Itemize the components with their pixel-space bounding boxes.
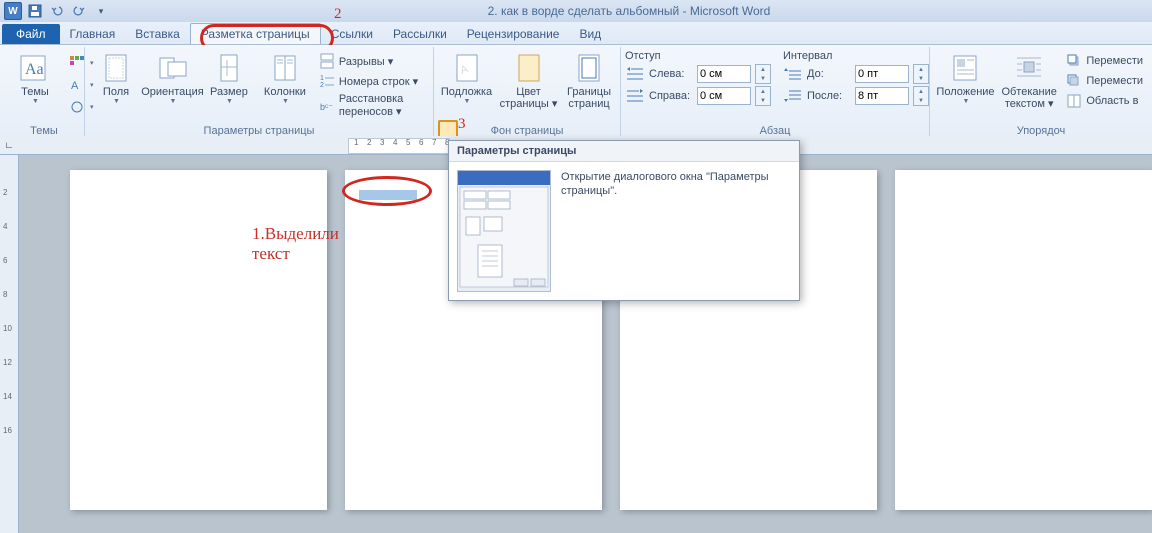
tooltip-title: Параметры страницы	[449, 141, 799, 162]
qat-customize-icon[interactable]: ▾	[92, 2, 110, 20]
columns-button[interactable]: Колонки▼	[258, 49, 312, 123]
margins-button[interactable]: Поля▼	[89, 49, 143, 123]
redo-icon[interactable]	[70, 2, 88, 20]
tab-file[interactable]: Файл	[2, 24, 60, 44]
orientation-button[interactable]: Ориентация▼	[145, 49, 200, 123]
tab-page-layout[interactable]: Разметка страницы	[190, 23, 321, 44]
page-color-button[interactable]: Цвет страницы ▾	[497, 49, 560, 123]
annotation-number-2: 2	[334, 6, 342, 23]
indent-left-field[interactable]: Слева: ▲▼	[625, 63, 771, 85]
spinner-icon[interactable]: ▲▼	[913, 86, 929, 106]
group-page-setup: Поля▼ Ориентация▼ Размер▼ Колонки▼ Разры…	[85, 47, 434, 139]
breaks-button[interactable]: Разрывы ▾	[314, 51, 429, 71]
line-numbers-button[interactable]: 12Номера строк ▾	[314, 71, 429, 91]
tooltip-preview-icon	[457, 170, 551, 292]
svg-text:A: A	[71, 80, 79, 92]
vertical-ruler: ∟ 2468 10121416	[0, 136, 19, 533]
spacing-before-input[interactable]	[855, 65, 909, 83]
tab-view[interactable]: Вид	[569, 24, 611, 44]
page-4[interactable]	[895, 170, 1152, 510]
ribbon: Aa Темы ▼ ▾ A▾ ▾ Темы Поля▼ Ориентация▼	[0, 45, 1152, 140]
spacing-header: Интервал	[783, 49, 929, 63]
group-themes: Aa Темы ▼ ▾ A▾ ▾ Темы	[4, 47, 85, 139]
ribbon-tabs: Файл Главная Вставка Разметка страницы С…	[0, 22, 1152, 45]
svg-text:bᶜ⁻: bᶜ⁻	[320, 102, 333, 112]
annotation-selected-text: 1.Выделили текст	[252, 224, 339, 264]
indent-right-field[interactable]: Справа: ▲▼	[625, 85, 771, 107]
spinner-icon[interactable]: ▲▼	[755, 86, 771, 106]
window-title: 2. как в ворде сделать альбомный - Micro…	[110, 4, 1148, 18]
text-selection	[359, 190, 417, 200]
svg-text:Aa: Aa	[25, 61, 44, 78]
undo-icon[interactable]	[48, 2, 66, 20]
spinner-icon[interactable]: ▲▼	[913, 64, 929, 84]
hyphenation-button[interactable]: bᶜ⁻Расстановка переносов ▾	[314, 91, 429, 120]
bring-forward-button[interactable]: Перемести	[1061, 51, 1148, 71]
title-bar: W ▾ 2. как в ворде сделать альбомный - M…	[0, 0, 1152, 22]
tooltip-page-setup: Параметры страницы Открытие диалогового …	[448, 140, 800, 301]
save-icon[interactable]	[26, 2, 44, 20]
watermark-button[interactable]: A Подложка▼	[438, 49, 495, 123]
themes-button[interactable]: Aa Темы ▼	[8, 49, 62, 123]
group-paragraph: Отступ Слева: ▲▼ Справа: ▲▼ Интервал	[621, 47, 930, 139]
tab-review[interactable]: Рецензирование	[457, 24, 570, 44]
tab-mailings[interactable]: Рассылки	[383, 24, 457, 44]
size-button[interactable]: Размер▼	[202, 49, 256, 123]
wrap-text-button[interactable]: Обтекание текстом ▾	[999, 49, 1059, 123]
indent-header: Отступ	[625, 49, 771, 63]
page-1[interactable]	[70, 170, 327, 510]
group-arrange: Положение▼ Обтекание текстом ▾ Перемести…	[930, 47, 1152, 139]
position-button[interactable]: Положение▼	[934, 49, 997, 123]
quick-access-toolbar: W ▾	[4, 2, 110, 20]
tab-insert[interactable]: Вставка	[125, 24, 190, 44]
annotation-number-3: 3	[458, 116, 466, 133]
indent-left-input[interactable]	[697, 65, 751, 83]
page-borders-button[interactable]: Границы страниц	[562, 49, 616, 123]
svg-text:2: 2	[320, 82, 324, 89]
spacing-before-field[interactable]: До: ▲▼	[783, 63, 929, 85]
tab-selector-icon[interactable]: ∟	[0, 136, 18, 155]
tab-references[interactable]: Ссылки	[321, 24, 383, 44]
spacing-after-input[interactable]	[855, 87, 909, 105]
tooltip-description: Открытие диалогового окна "Параметры стр…	[561, 170, 791, 292]
svg-text:1: 1	[320, 75, 324, 82]
indent-right-input[interactable]	[697, 87, 751, 105]
send-backward-button[interactable]: Перемести	[1061, 71, 1148, 91]
word-app-icon[interactable]: W	[4, 2, 22, 20]
tab-home[interactable]: Главная	[60, 24, 126, 44]
selection-pane-button[interactable]: Область в	[1061, 91, 1148, 111]
spacing-after-field[interactable]: После: ▲▼	[783, 85, 929, 107]
spinner-icon[interactable]: ▲▼	[755, 64, 771, 84]
